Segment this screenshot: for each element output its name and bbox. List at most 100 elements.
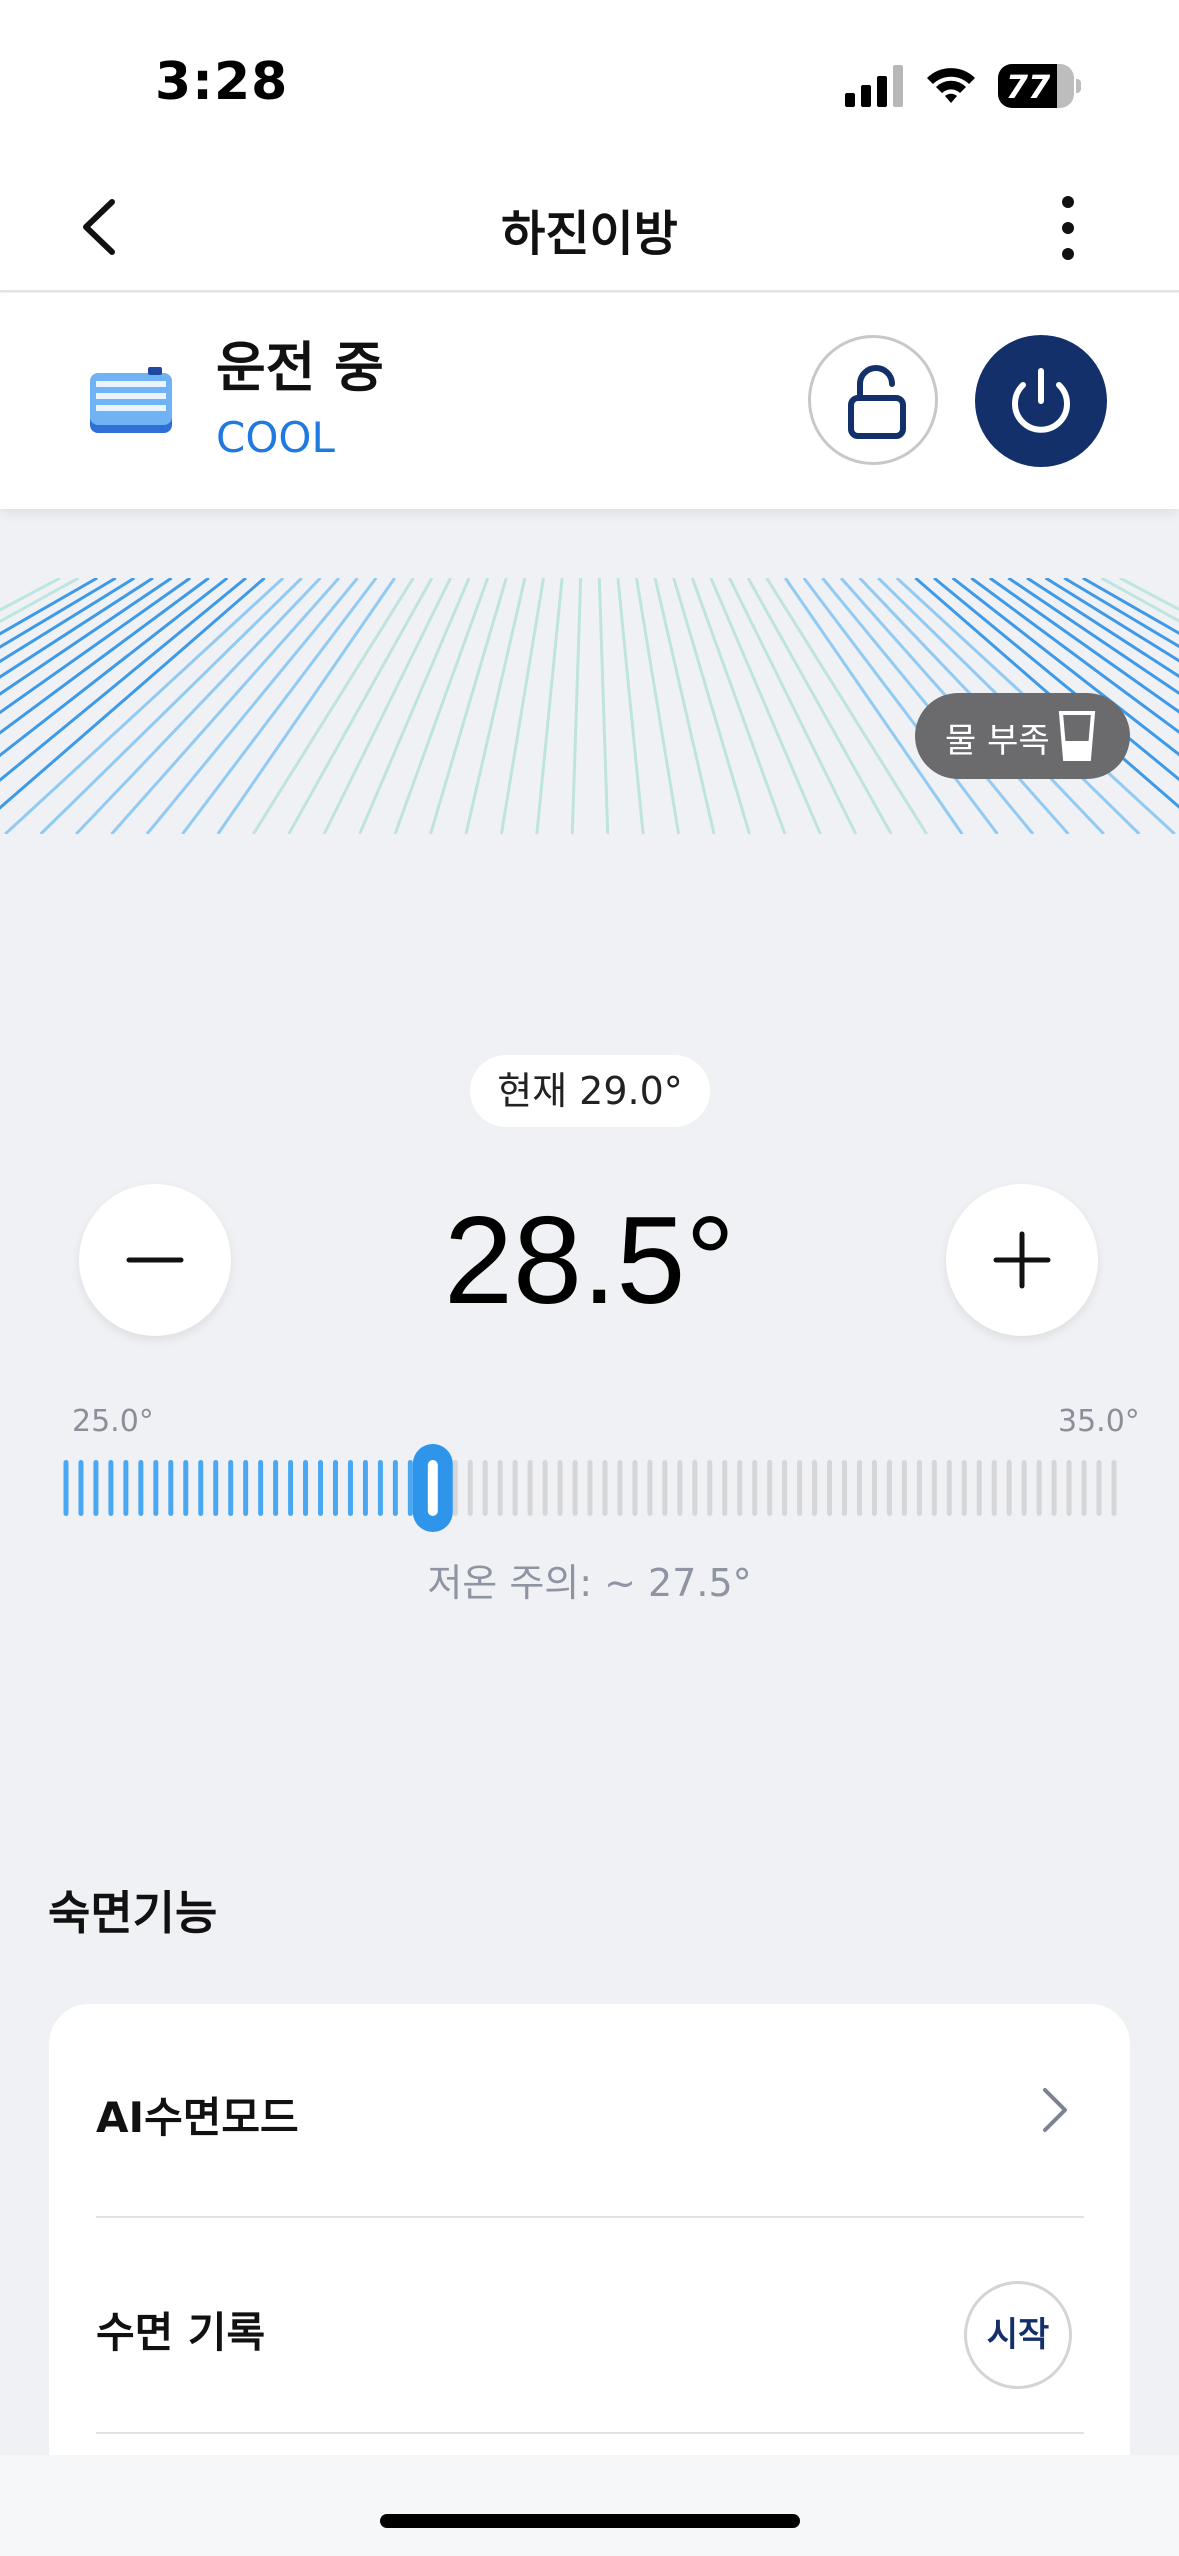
more-vertical-icon[interactable] — [1040, 190, 1096, 266]
slider-tick — [722, 1460, 728, 1516]
slider-tick — [647, 1460, 653, 1516]
airflow-line — [181, 578, 378, 834]
slider-tick — [362, 1460, 368, 1516]
slider-tick — [542, 1460, 548, 1516]
bottom-safe-area — [0, 2455, 1179, 2556]
airflow-line — [499, 578, 545, 834]
run-status: 운전 중 — [216, 336, 384, 399]
slider-tick — [497, 1460, 503, 1516]
slider-tick — [632, 1460, 638, 1516]
airflow-line — [252, 578, 415, 834]
power-icon — [1012, 368, 1070, 433]
slider-tick — [901, 1460, 907, 1516]
slider-tick — [557, 1460, 563, 1516]
ai-sleep-mode-row[interactable]: AI수면모드 — [49, 2004, 1130, 2219]
slider-tick — [842, 1460, 848, 1516]
slider-tick — [198, 1460, 204, 1516]
current-temperature: 현재 29.0° — [470, 1055, 710, 1127]
slider-tick — [63, 1460, 69, 1516]
airflow-line — [535, 578, 564, 834]
slider-tick — [258, 1460, 264, 1516]
slider-tick — [347, 1460, 353, 1516]
slider-tick — [812, 1460, 818, 1516]
slider-tick — [587, 1460, 593, 1516]
slider-tick — [153, 1460, 159, 1516]
slider-tick — [1051, 1460, 1057, 1516]
slider-tick — [392, 1460, 398, 1516]
slider-tick — [93, 1460, 99, 1516]
sleep-record-row: 수면 기록 시작 — [49, 2219, 1130, 2434]
slider-tick — [332, 1460, 338, 1516]
slider-tick — [228, 1460, 234, 1516]
slider-tick — [856, 1460, 862, 1516]
slider-tick — [827, 1460, 833, 1516]
top-nav: 하진이방 — [0, 170, 1179, 292]
status-bar: 3:28 77 — [0, 0, 1179, 170]
airflow-line — [358, 578, 471, 834]
slider-tick — [617, 1460, 623, 1516]
slider-tick — [572, 1460, 578, 1516]
plus-icon — [993, 1231, 1051, 1289]
water-cup-icon — [1058, 711, 1096, 761]
slider-tick — [602, 1460, 608, 1516]
slider-tick — [782, 1460, 788, 1516]
slider-tick — [183, 1460, 189, 1516]
slider-tick — [1021, 1460, 1027, 1516]
divider — [96, 2432, 1084, 2434]
slider-tick — [123, 1460, 129, 1516]
wifi-icon — [927, 68, 975, 103]
slider-tick — [467, 1460, 473, 1516]
home-indicator[interactable] — [380, 2514, 800, 2528]
sleep-record-label: 수면 기록 — [96, 2308, 266, 2357]
mode-label: COOL — [216, 413, 335, 462]
battery-percent: 77 — [1005, 68, 1051, 106]
slider-tick — [377, 1460, 383, 1516]
slider-tick — [767, 1460, 773, 1516]
slider-tick — [213, 1460, 219, 1516]
slider-tick — [677, 1460, 683, 1516]
device-status-card: 운전 중 COOL — [0, 293, 1179, 509]
lock-button[interactable] — [808, 335, 938, 465]
slider-tick — [737, 1460, 743, 1516]
range-min-label: 25.0° — [72, 1404, 154, 1439]
slider-tick — [871, 1460, 877, 1516]
slider-tick — [916, 1460, 922, 1516]
power-button[interactable] — [975, 335, 1107, 467]
slider-tick — [1096, 1460, 1102, 1516]
slider-tick — [886, 1460, 892, 1516]
airflow-line — [39, 578, 303, 834]
airflow-line — [597, 578, 610, 834]
slider-tick — [303, 1460, 309, 1516]
slider-tick — [243, 1460, 249, 1516]
slider-tick — [1006, 1460, 1012, 1516]
water-shortage-badge[interactable]: 물 부족 — [915, 693, 1130, 779]
low-temperature-warning: 저온 주의: ~ 27.5° — [427, 1561, 752, 1605]
slider-tick — [318, 1460, 324, 1516]
slider-tick — [991, 1460, 997, 1516]
slider-tick — [273, 1460, 279, 1516]
slider-tick — [288, 1460, 294, 1516]
page-title: 하진이방 — [501, 206, 678, 262]
unlock-icon — [848, 365, 906, 439]
range-max-label: 35.0° — [1058, 1404, 1140, 1439]
airflow-line — [709, 578, 822, 834]
slider-tick — [78, 1460, 84, 1516]
slider-tick — [1036, 1460, 1042, 1516]
slider-tick — [946, 1460, 952, 1516]
slider-tick — [692, 1460, 698, 1516]
air-conditioner-icon — [90, 367, 172, 433]
slider-tick — [1081, 1460, 1087, 1516]
increase-temperature-button[interactable] — [946, 1184, 1098, 1336]
slider-tick — [168, 1460, 174, 1516]
battery-icon: 77 — [998, 64, 1081, 108]
ai-sleep-mode-label: AI수면모드 — [96, 2093, 299, 2142]
slider-tick — [976, 1460, 982, 1516]
airflow-line — [765, 578, 928, 834]
cellular-signal-icon — [845, 65, 903, 107]
slider-tick — [662, 1460, 668, 1516]
temperature-slider[interactable] — [60, 1438, 1120, 1538]
airflow-line — [616, 578, 645, 834]
status-time: 3:28 — [155, 52, 289, 112]
start-button[interactable]: 시작 — [964, 2281, 1072, 2389]
slider-tick — [512, 1460, 518, 1516]
